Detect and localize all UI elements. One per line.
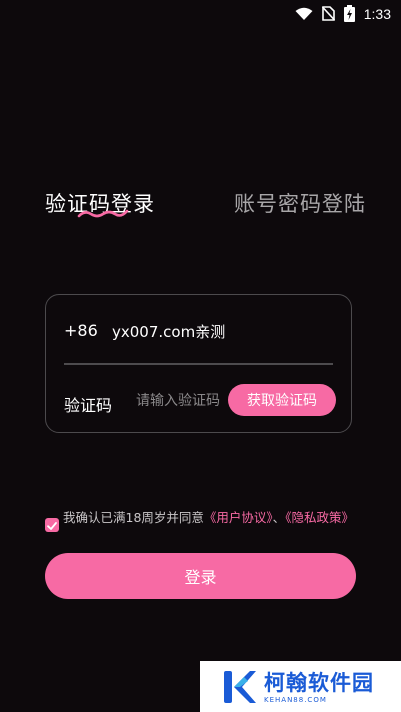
check-icon [47, 522, 57, 530]
login-button[interactable]: 登录 [45, 553, 356, 599]
agreement-text: 我确认已满18周岁并同意《用户协议》、《隐私政策》 [63, 509, 365, 526]
agreement-checkbox[interactable] [45, 518, 59, 532]
phone-input[interactable]: yx007.com亲测 [112, 321, 225, 342]
status-time: 1:33 [363, 5, 391, 22]
wifi-icon [295, 7, 313, 20]
login-form-card: +86 yx007.com亲测 验证码 获取验证码 [45, 294, 352, 433]
get-code-button[interactable]: 获取验证码 [228, 384, 336, 416]
watermark-url: KEHAN88.COM [264, 695, 327, 704]
watermark-name: 柯翰软件园 [264, 670, 374, 695]
watermark-logo-icon [224, 670, 256, 703]
login-tabs: 验证码登录 账号密码登陆 [0, 185, 401, 225]
privacy-policy-link[interactable]: 《隐私政策》 [285, 510, 354, 525]
tab-password-login[interactable]: 账号密码登陆 [234, 188, 366, 218]
user-agreement-link[interactable]: 《用户协议》 [204, 510, 273, 525]
no-sim-icon [321, 6, 335, 21]
status-icons: 1:33 [295, 5, 391, 22]
code-input[interactable] [136, 390, 232, 412]
status-bar: 1:33 [0, 0, 401, 28]
country-code[interactable]: +86 [64, 321, 98, 340]
code-label: 验证码 [64, 396, 113, 415]
watermark: 柯翰软件园 KEHAN88.COM [200, 661, 401, 712]
divider [64, 363, 333, 365]
battery-charging-icon [343, 5, 355, 22]
agreement-prefix: 我确认已满18周岁并同意 [63, 510, 204, 525]
agreement-separator: 、 [272, 510, 286, 525]
agreement-row: 我确认已满18周岁并同意《用户协议》、《隐私政策》 [45, 509, 365, 532]
tab-active-indicator [77, 209, 129, 218]
